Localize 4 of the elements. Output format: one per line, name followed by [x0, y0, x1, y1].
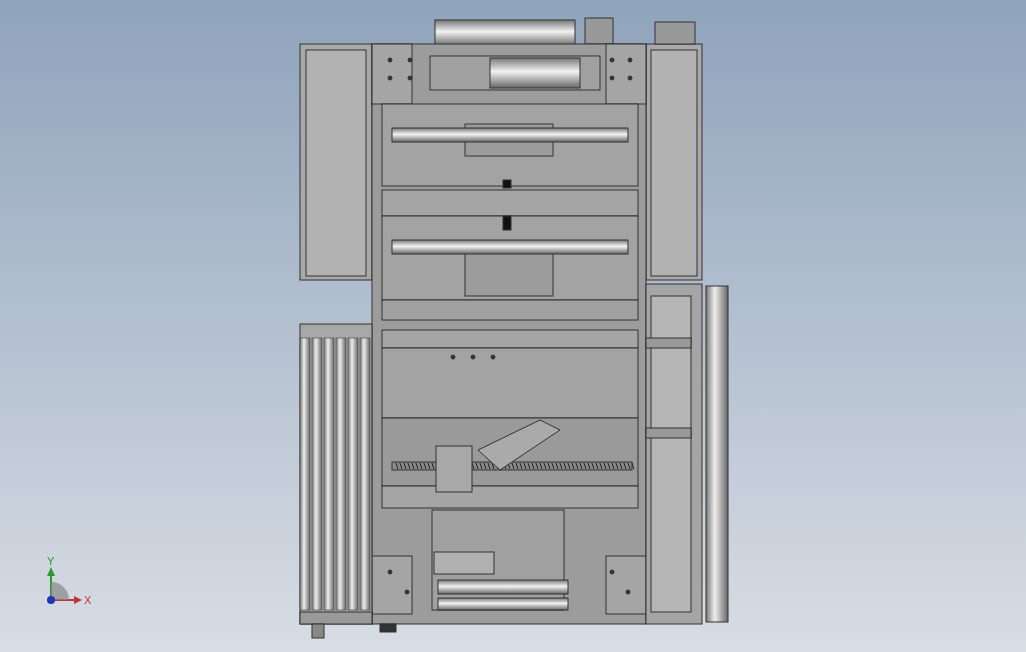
z-axis-icon: [47, 596, 55, 604]
y-axis-label: Y: [47, 555, 55, 567]
x-axis-label: X: [84, 594, 92, 606]
axis-arc-icon: [51, 582, 69, 600]
